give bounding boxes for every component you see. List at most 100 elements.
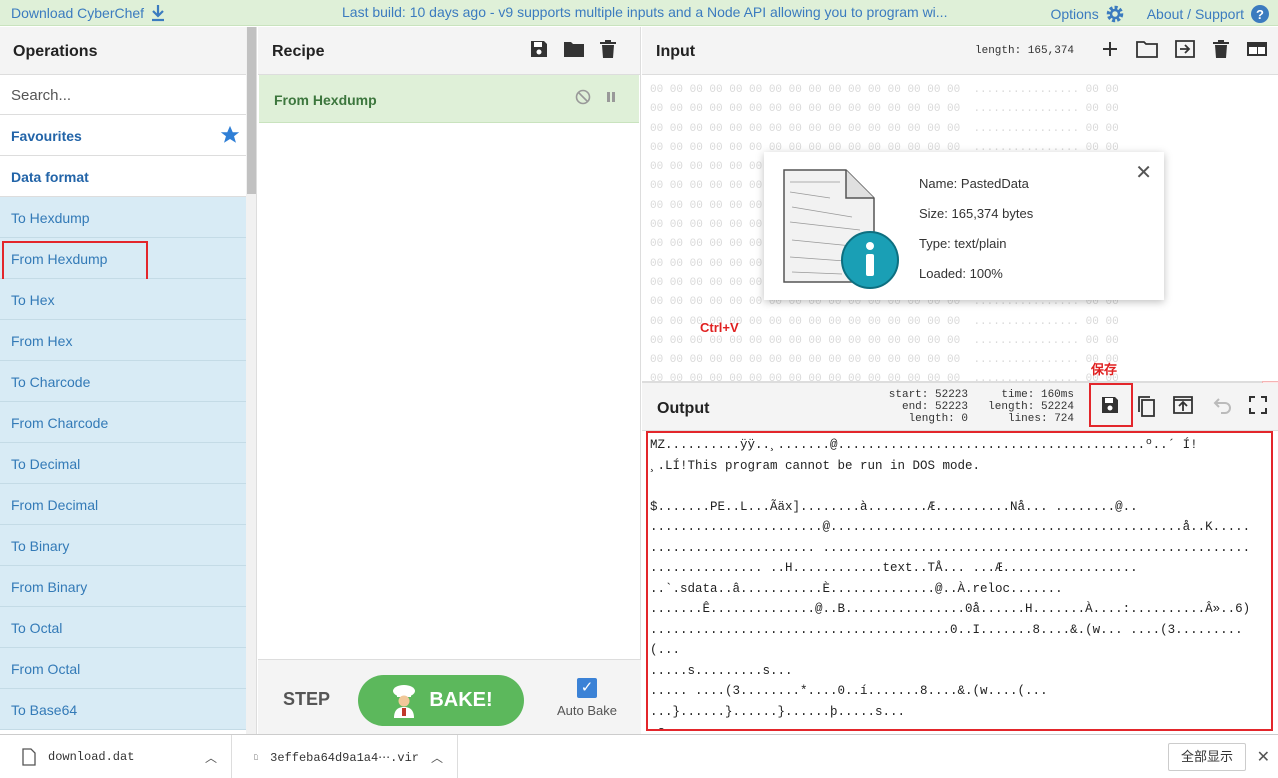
undo-icon[interactable] <box>1210 395 1232 415</box>
disable-icon[interactable] <box>575 89 591 105</box>
operation-label[interactable]: From Hex <box>11 333 72 349</box>
trash-icon[interactable] <box>599 39 617 59</box>
stat-start: start: 52223 <box>888 389 968 401</box>
download-item[interactable]: download.dat ︿ <box>0 735 232 778</box>
copy-icon[interactable] <box>1136 395 1156 417</box>
recipe-title: Recipe <box>272 43 325 60</box>
options-link[interactable]: Options <box>1050 6 1098 22</box>
file-size: Size: 165,374 bytes <box>919 206 1034 221</box>
category-label[interactable]: Data format <box>11 169 89 185</box>
bake-button[interactable]: BAKE! <box>358 675 524 726</box>
operation-item[interactable]: To Octal <box>0 607 246 648</box>
file-loaded: Loaded: 100% <box>919 266 1003 281</box>
operation-label[interactable]: From Charcode <box>11 415 108 431</box>
auto-bake-toggle[interactable]: ✓ Auto Bake <box>552 678 622 718</box>
close-icon[interactable]: ✕ <box>1135 160 1152 185</box>
plus-icon[interactable] <box>1100 39 1120 59</box>
pause-icon[interactable] <box>603 89 619 105</box>
download-item[interactable]: 3effeba64d9a1a4⋯.vir ︿ <box>232 735 458 778</box>
save-output-icon[interactable] <box>1100 395 1120 415</box>
recipe-pane: Recipe From Hexdump STEP BAKE! ✓ Auto Ba… <box>258 27 641 734</box>
operations-scrollbar[interactable] <box>246 27 256 734</box>
download-label[interactable]: Download CyberChef <box>11 5 144 21</box>
save-icon[interactable] <box>529 39 549 59</box>
file-name: Name: PastedData <box>919 176 1029 191</box>
download-link[interactable]: Download CyberChef <box>11 4 166 22</box>
svg-text:?: ? <box>1256 7 1264 22</box>
trash-icon[interactable] <box>1212 39 1230 59</box>
operation-item[interactable]: To Hexdump <box>0 197 246 238</box>
annotation-ctrl-v: Ctrl+V <box>700 320 739 335</box>
category-data-format[interactable]: Data format <box>0 156 256 197</box>
operation-item[interactable]: To Base64 <box>0 689 246 730</box>
recipe-header: Recipe <box>258 27 640 75</box>
operations-title: Operations <box>0 27 256 75</box>
operation-label[interactable]: From Hexdump <box>11 251 107 267</box>
recipe-operation[interactable]: From Hexdump <box>259 75 639 123</box>
stat-lines: lines: 724 <box>1007 413 1074 425</box>
operation-label[interactable]: To Decimal <box>11 456 80 472</box>
operations-search-input[interactable]: Search... <box>0 75 256 115</box>
output-line: MZ..........ÿÿ..¸.......@...............… <box>650 438 1198 452</box>
output-line: ...}......}......}......þ.....s... <box>650 704 906 719</box>
operation-item[interactable]: From Octal <box>0 648 246 689</box>
operation-label[interactable]: To Octal <box>11 620 62 636</box>
operation-label[interactable]: From Octal <box>11 661 80 677</box>
category-label[interactable]: Favourites <box>11 128 82 144</box>
banner-message[interactable]: Last build: 10 days ago - v9 supports mu… <box>342 4 947 20</box>
operations-pane: Operations Search... Favourites Data for… <box>0 27 257 734</box>
output-line: (... <box>650 643 681 657</box>
operation-item[interactable]: To Hex <box>0 279 246 320</box>
top-banner: Download CyberChef Last build: 10 days a… <box>0 0 1278 26</box>
operation-item[interactable]: To Decimal <box>0 443 246 484</box>
output-title: Output <box>657 400 710 417</box>
operation-item[interactable]: From Decimal <box>0 484 246 525</box>
operation-item[interactable]: From Hex <box>0 320 246 361</box>
input-length: length: 165,374 <box>975 45 1075 57</box>
operation-label[interactable]: From Decimal <box>11 497 98 513</box>
operation-item[interactable]: From Charcode <box>0 402 246 443</box>
help-icon[interactable]: ? <box>1250 4 1270 24</box>
layout-icon[interactable] <box>1246 39 1268 59</box>
about-support-link[interactable]: About / Support <box>1147 6 1244 22</box>
close-icon[interactable]: ✕ <box>1257 747 1270 767</box>
operation-label[interactable]: To Charcode <box>11 374 90 390</box>
stat-output-length: length: 52224 <box>988 401 1074 413</box>
download-filename[interactable]: download.dat <box>48 750 134 764</box>
annotation-save: 保存 <box>1091 362 1118 377</box>
operation-item[interactable]: From Binary <box>0 566 246 607</box>
checkbox-checked-icon[interactable]: ✓ <box>577 678 597 698</box>
output-line: ¸.LÍ!This program cannot be run in DOS m… <box>650 458 981 473</box>
step-button[interactable]: STEP <box>283 689 330 710</box>
scrollbar-thumb[interactable] <box>247 27 256 194</box>
fullscreen-icon[interactable] <box>1248 395 1268 415</box>
star-icon <box>220 125 240 143</box>
gear-icon[interactable] <box>1105 4 1125 24</box>
operation-label[interactable]: From Binary <box>11 579 87 595</box>
operation-label[interactable]: To Binary <box>11 538 69 554</box>
download-filename[interactable]: 3effeba64d9a1a4⋯.vir <box>270 750 419 765</box>
operation-label[interactable]: To Base64 <box>11 702 77 718</box>
chevron-up-icon[interactable]: ︿ <box>431 749 443 766</box>
download-icon[interactable] <box>150 4 166 22</box>
show-all-button[interactable]: 全部显示 <box>1168 743 1246 771</box>
operation-item[interactable]: From Hexdump <box>0 238 246 281</box>
output-line: .......................@................… <box>650 520 1251 534</box>
operation-item[interactable]: To Charcode <box>0 361 246 402</box>
chevron-up-icon[interactable]: ︿ <box>205 749 217 766</box>
operation-label[interactable]: To Hex <box>11 292 55 308</box>
category-favourites[interactable]: Favourites <box>0 115 256 156</box>
output-pane: Output start: 52223 end: 52223 length: 0… <box>642 383 1278 734</box>
output-text-area[interactable]: MZ..........ÿÿ..¸.......@...............… <box>646 431 1273 731</box>
file-icon <box>254 754 259 760</box>
operation-item[interactable]: To Binary <box>0 525 246 566</box>
replace-input-icon[interactable] <box>1172 395 1194 415</box>
auto-bake-label[interactable]: Auto Bake <box>557 703 617 718</box>
input-title: Input <box>656 43 696 60</box>
operation-label[interactable]: To Hexdump <box>11 210 90 226</box>
stat-length: length: 0 <box>908 413 968 425</box>
open-file-icon[interactable] <box>1174 39 1196 59</box>
bake-label[interactable]: BAKE! <box>429 689 492 712</box>
open-folder-icon[interactable] <box>1136 39 1158 59</box>
folder-icon[interactable] <box>563 39 585 59</box>
